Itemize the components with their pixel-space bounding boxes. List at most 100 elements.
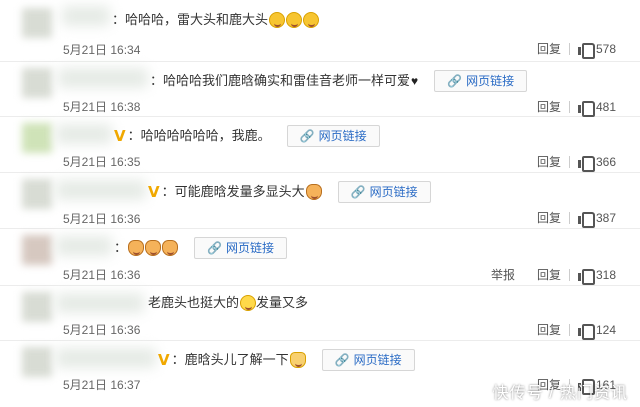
link-icon: 🔗 [207, 241, 222, 255]
username[interactable] [62, 6, 110, 26]
timestamp: 5月21日 16:36 [63, 323, 141, 337]
reply-button[interactable]: 回复 [537, 40, 561, 57]
web-link-button[interactable]: 🔗 网页链接 [434, 70, 528, 92]
comment-actions: 回复 387 [537, 209, 616, 228]
divider [568, 211, 570, 224]
timestamp: 5月21日 16:37 [63, 378, 141, 392]
comment-item: 老鹿头也挺大的 发量又多 5月21日 16:36 回复 124 [0, 286, 640, 341]
dog-face-icon [162, 240, 179, 256]
divider [568, 155, 570, 168]
comment-item: ： 🔗 网页链接 5月21日 16:36 举报 回复 318 [0, 229, 640, 286]
thumbs-up-icon[interactable] [577, 155, 595, 172]
timestamp: 5月21日 16:38 [63, 100, 141, 114]
avatar[interactable] [22, 347, 52, 377]
like-count: 124 [595, 322, 616, 337]
divider [568, 42, 570, 55]
comment-body: 老鹿头也挺大的 [148, 295, 240, 310]
like-count: 318 [595, 267, 616, 282]
comment-body-continued: 发量又多 [256, 295, 309, 310]
link-icon: 🔗 [299, 129, 315, 143]
thumbs-up-icon[interactable] [577, 268, 595, 285]
thumbs-up-icon[interactable] [577, 42, 595, 59]
username[interactable] [56, 180, 146, 200]
comment-actions: 回复 481 [537, 98, 616, 117]
comment-body: ： [114, 240, 128, 255]
comment-text: ：哈哈哈我们鹿晗确实和雷佳音老师一样可爱 ♥ 🔗 网页链接 [150, 70, 528, 92]
web-link-label: 网页链接 [353, 353, 402, 367]
web-link-button[interactable]: 🔗 网页链接 [321, 349, 415, 371]
web-link-label: 网页链接 [369, 185, 418, 199]
dog-face-icon [128, 240, 145, 256]
username[interactable] [56, 236, 112, 256]
username[interactable] [56, 124, 112, 144]
comment-text: V ：可能鹿晗发量多显头大 🔗 网页链接 [148, 181, 431, 203]
verified-badge-icon: V [148, 183, 160, 201]
comment-item: V ：哈哈哈哈哈哈，我鹿。 🔗 网页链接 5月21日 16:35 回复 366 [0, 117, 640, 173]
comment-item: ：哈哈哈，雷大头和鹿大头 5月21日 16:34 回复 578 [0, 0, 640, 62]
web-link-label: 网页链接 [318, 129, 367, 143]
watermark: 快传号 / 热门资讯 [492, 385, 628, 402]
like-count: 387 [595, 210, 616, 225]
avatar[interactable] [22, 179, 52, 209]
web-link-button[interactable]: 🔗 网页链接 [286, 125, 380, 147]
link-icon: 🔗 [350, 185, 366, 199]
comment-text: ： 🔗 网页链接 [114, 237, 287, 259]
comment-actions: 回复 578 [537, 40, 616, 59]
username[interactable] [56, 293, 144, 313]
report-button[interactable]: 举报 [491, 266, 515, 283]
comment-body: ：哈哈哈，雷大头和鹿大头 [112, 12, 269, 27]
comment-item: V ：可能鹿晗发量多显头大 🔗 网页链接 5月21日 16:36 回复 387 [0, 173, 640, 229]
link-icon: 🔗 [334, 353, 350, 367]
reply-button[interactable]: 回复 [537, 98, 561, 115]
avatar[interactable] [22, 8, 52, 38]
avatar[interactable] [22, 292, 52, 322]
verified-badge-icon: V [114, 127, 126, 145]
comment-text: ：哈哈哈，雷大头和鹿大头 [112, 11, 320, 29]
timestamp: 5月21日 16:36 [63, 268, 141, 282]
timestamp: 5月21日 16:34 [63, 43, 141, 57]
grinning-sweat-icon [269, 12, 286, 28]
reply-button[interactable]: 回复 [537, 153, 561, 170]
reply-button[interactable]: 回复 [537, 209, 561, 226]
comment-body: ：哈哈哈哈哈哈，我鹿。 [127, 128, 271, 143]
dog-face-icon [145, 240, 162, 256]
avatar[interactable] [22, 68, 52, 98]
username[interactable] [56, 348, 156, 368]
thumbs-up-icon[interactable] [577, 323, 595, 340]
reply-button[interactable]: 回复 [537, 266, 561, 283]
like-count: 578 [595, 41, 616, 56]
avatar[interactable] [22, 235, 52, 265]
comment-body: ：可能鹿晗发量多显头大 [161, 184, 305, 199]
web-link-label: 网页链接 [225, 241, 274, 255]
timestamp: 5月21日 16:35 [63, 155, 141, 169]
comment-text: V ：鹿晗头儿了解一下 🔗 网页链接 [158, 349, 415, 371]
comment-item: ：哈哈哈我们鹿晗确实和雷佳音老师一样可爱 ♥ 🔗 网页链接 5月21日 16:38… [0, 62, 640, 117]
comment-actions: 回复 366 [537, 153, 616, 172]
grinning-sweat-icon [286, 12, 303, 28]
comment-body: ：鹿晗头儿了解一下 [171, 352, 289, 367]
divider [568, 100, 570, 113]
timestamp: 5月21日 16:36 [63, 212, 141, 226]
web-link-button[interactable]: 🔗 网页链接 [194, 237, 287, 259]
thumbs-up-icon[interactable] [577, 211, 595, 228]
comment-actions: 举报 回复 318 [491, 266, 616, 285]
reply-button[interactable]: 回复 [537, 321, 561, 338]
comment-body: ：哈哈哈我们鹿晗确实和雷佳音老师一样可爱 [150, 73, 411, 88]
heart-icon: ♥ [411, 74, 419, 88]
divider [568, 323, 570, 336]
sweat-smile-icon [240, 295, 257, 311]
avatar[interactable] [22, 123, 52, 153]
like-count: 366 [595, 154, 616, 169]
thumbs-up-icon[interactable] [577, 100, 595, 117]
verified-badge-icon: V [158, 351, 170, 369]
link-icon: 🔗 [447, 74, 463, 88]
cat-face-icon [305, 184, 322, 200]
comment-text: 老鹿头也挺大的 发量又多 [148, 294, 308, 312]
comment-text: V ：哈哈哈哈哈哈，我鹿。 🔗 网页链接 [114, 125, 380, 147]
ok-hand-icon [289, 352, 306, 368]
like-count: 481 [595, 99, 616, 114]
username[interactable] [58, 68, 148, 88]
divider [568, 268, 570, 281]
web-link-label: 网页链接 [466, 74, 515, 88]
web-link-button[interactable]: 🔗 网页链接 [337, 181, 431, 203]
